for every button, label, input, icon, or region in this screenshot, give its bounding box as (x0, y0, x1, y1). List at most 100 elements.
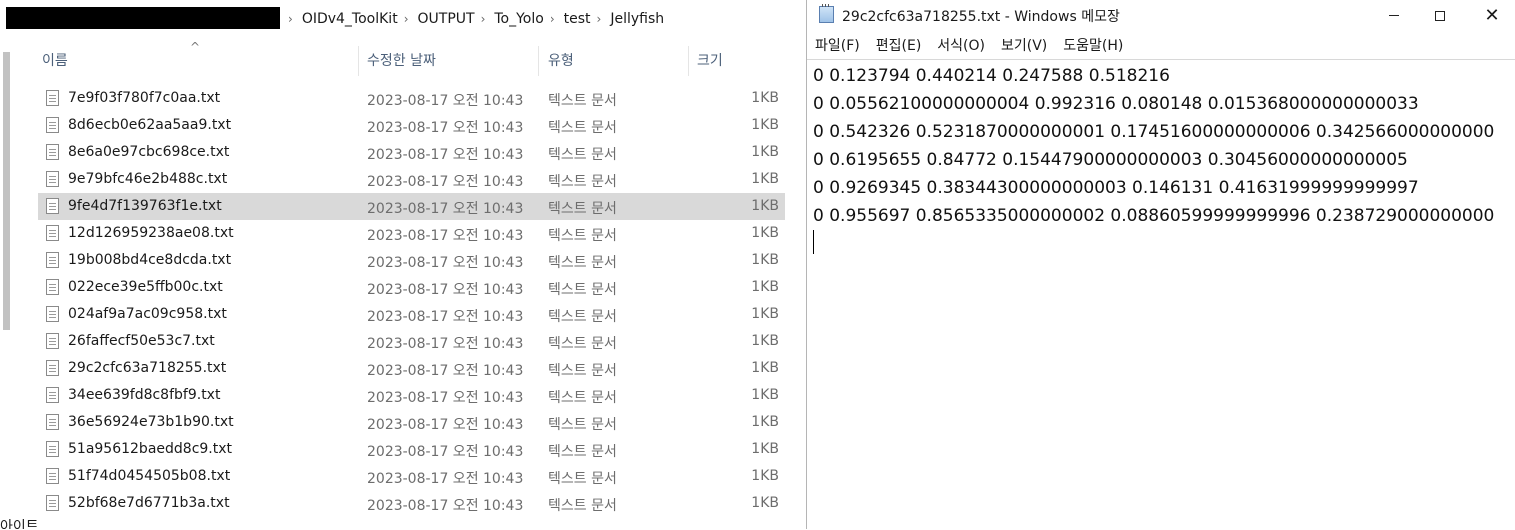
text-caret (813, 230, 814, 254)
file-name: 26faffecf50e53c7.txt (68, 333, 215, 349)
file-name: 8e6a0e97cbc698ce.txt (68, 144, 230, 160)
text-file-icon (46, 252, 59, 268)
file-size: 1KB (751, 90, 779, 106)
file-type: 텍스트 문서 (548, 336, 617, 352)
file-type: 텍스트 문서 (548, 363, 617, 379)
file-name: 51f74d0454505b08.txt (68, 468, 231, 484)
file-type: 텍스트 문서 (548, 174, 617, 190)
file-name: 022ece39e5ffb00c.txt (68, 279, 223, 295)
menu-format[interactable]: 서식(O) (937, 35, 985, 55)
file-modified: 2023-08-17 오전 10:43 (367, 174, 524, 190)
file-size: 1KB (751, 468, 779, 484)
file-size: 1KB (751, 306, 779, 322)
text-line: 0 0.955697 0.8565335000000002 0.08860599… (813, 206, 1495, 226)
text-line: 0 0.6195655 0.84772 0.15447900000000003 … (813, 150, 1408, 170)
file-row[interactable]: 8d6ecb0e62aa5aa9.txt 2023-08-17 오전 10:43 텍… (38, 112, 785, 139)
text-file-icon (46, 90, 59, 106)
address-bar[interactable]: › OIDv4_ToolKit › OUTPUT › To_Yolo › tes… (0, 0, 806, 37)
file-row[interactable]: 34ee639fd8c8fbf9.txt 2023-08-17 오전 10:43 텍… (38, 382, 785, 409)
file-type: 텍스트 문서 (548, 309, 617, 325)
file-type: 텍스트 문서 (548, 201, 617, 217)
file-row[interactable]: 024af9a7ac09c958.txt 2023-08-17 오전 10:43 텍… (38, 301, 785, 328)
file-modified: 2023-08-17 오전 10:43 (367, 309, 524, 325)
column-header-name[interactable]: 이름 (42, 50, 68, 70)
file-size: 1KB (751, 252, 779, 268)
breadcrumb-item[interactable]: OUTPUT (418, 11, 475, 27)
file-row[interactable]: 19b008bd4ce8dcda.txt 2023-08-17 오전 10:43 텍… (38, 247, 785, 274)
text-file-icon (46, 387, 59, 403)
minimize-icon (1389, 15, 1399, 16)
file-name: 36e56924e73b1b90.txt (68, 414, 234, 430)
breadcrumb-item[interactable]: Jellyfish (610, 11, 664, 27)
column-divider[interactable] (538, 46, 539, 76)
column-header-type[interactable]: 유형 (548, 50, 574, 70)
menu-bar: 파일(F) 편집(E) 서식(O) 보기(V) 도움말(H) (807, 33, 1515, 57)
file-row[interactable]: 51f74d0454505b08.txt 2023-08-17 오전 10:43 텍… (38, 463, 785, 490)
file-row[interactable]: 7e9f03f780f7c0aa.txt 2023-08-17 오전 10:43 텍… (38, 85, 785, 112)
file-modified: 2023-08-17 오전 10:43 (367, 417, 524, 433)
file-modified: 2023-08-17 오전 10:43 (367, 201, 524, 217)
file-modified: 2023-08-17 오전 10:43 (367, 282, 524, 298)
vertical-scrollbar[interactable] (0, 46, 13, 486)
file-type: 텍스트 문서 (548, 390, 617, 406)
file-row[interactable]: 52bf68e7d6771b3a.txt 2023-08-17 오전 10:43 텍… (38, 490, 785, 517)
minimize-button[interactable] (1371, 0, 1417, 31)
file-size: 1KB (751, 333, 779, 349)
text-line: 0 0.542326 0.5231870000000001 0.17451600… (813, 122, 1495, 142)
text-file-icon (46, 279, 59, 295)
column-divider[interactable] (358, 46, 359, 76)
file-type: 텍스트 문서 (548, 93, 617, 109)
chevron-right-icon: › (596, 11, 602, 26)
scrollbar-thumb[interactable] (3, 52, 10, 330)
column-header-modified[interactable]: 수정한 날짜 (367, 50, 436, 70)
menu-edit[interactable]: 편집(E) (876, 35, 922, 55)
maximize-button[interactable] (1417, 0, 1463, 31)
text-file-icon (46, 495, 59, 511)
menu-view[interactable]: 보기(V) (1001, 35, 1047, 55)
text-editor-area[interactable]: 0 0.123794 0.440214 0.247588 0.518216 0 … (807, 59, 1515, 530)
close-icon: ✕ (1484, 4, 1500, 26)
file-type: 텍스트 문서 (548, 444, 617, 460)
file-row[interactable]: 26faffecf50e53c7.txt 2023-08-17 오전 10:43 텍… (38, 328, 785, 355)
close-button[interactable]: ✕ (1469, 0, 1515, 31)
breadcrumb-item[interactable]: test (564, 11, 591, 27)
text-line: 0 0.123794 0.440214 0.247588 0.518216 (813, 66, 1170, 86)
text-file-icon (46, 360, 59, 376)
title-bar[interactable]: 29c2cfc63a718255.txt - Windows 메모장 ✕ (807, 0, 1515, 31)
file-row[interactable]: 51a95612baedd8c9.txt 2023-08-17 오전 10:43 텍… (38, 436, 785, 463)
file-modified: 2023-08-17 오전 10:43 (367, 147, 524, 163)
breadcrumb-item[interactable]: OIDv4_ToolKit (302, 11, 398, 27)
breadcrumb-item[interactable]: To_Yolo (494, 11, 543, 27)
file-row[interactable]: 9e79bfc46e2b488c.txt 2023-08-17 오전 10:43 텍… (38, 166, 785, 193)
chevron-right-icon: › (549, 11, 555, 26)
file-size: 1KB (751, 279, 779, 295)
text-file-icon (46, 117, 59, 133)
column-divider[interactable] (688, 46, 689, 76)
file-modified: 2023-08-17 오전 10:43 (367, 228, 524, 244)
text-line: 0 0.9269345 0.38344300000000003 0.146131… (813, 178, 1419, 198)
column-header-row: ^ 이름 수정한 날짜 유형 크기 (0, 40, 790, 78)
file-size: 1KB (751, 414, 779, 430)
file-type: 텍스트 문서 (548, 228, 617, 244)
text-file-icon (46, 441, 59, 457)
file-row[interactable]: 36e56924e73b1b90.txt 2023-08-17 오전 10:43 텍… (38, 409, 785, 436)
file-modified: 2023-08-17 오전 10:43 (367, 390, 524, 406)
menu-help[interactable]: 도움말(H) (1063, 35, 1123, 55)
file-size: 1KB (751, 198, 779, 214)
file-row[interactable]: 022ece39e5ffb00c.txt 2023-08-17 오전 10:43 텍… (38, 274, 785, 301)
file-size: 1KB (751, 495, 779, 511)
file-row[interactable]: 12d126959238ae08.txt 2023-08-17 오전 10:43 텍… (38, 220, 785, 247)
menu-file[interactable]: 파일(F) (815, 35, 860, 55)
redacted-path-segment (6, 7, 280, 29)
file-type: 텍스트 문서 (548, 120, 617, 136)
file-modified: 2023-08-17 오전 10:43 (367, 498, 524, 514)
file-size: 1KB (751, 441, 779, 457)
file-size: 1KB (751, 225, 779, 241)
file-row[interactable]: 29c2cfc63a718255.txt 2023-08-17 오전 10:43 텍… (38, 355, 785, 382)
file-row[interactable]: 8e6a0e97cbc698ce.txt 2023-08-17 오전 10:43 텍… (38, 139, 785, 166)
file-name: 52bf68e7d6771b3a.txt (68, 495, 230, 511)
file-type: 텍스트 문서 (548, 255, 617, 271)
column-header-size[interactable]: 크기 (697, 50, 723, 70)
file-size: 1KB (751, 144, 779, 160)
file-row[interactable]: 9fe4d7f139763f1e.txt 2023-08-17 오전 10:43 텍… (38, 193, 785, 220)
